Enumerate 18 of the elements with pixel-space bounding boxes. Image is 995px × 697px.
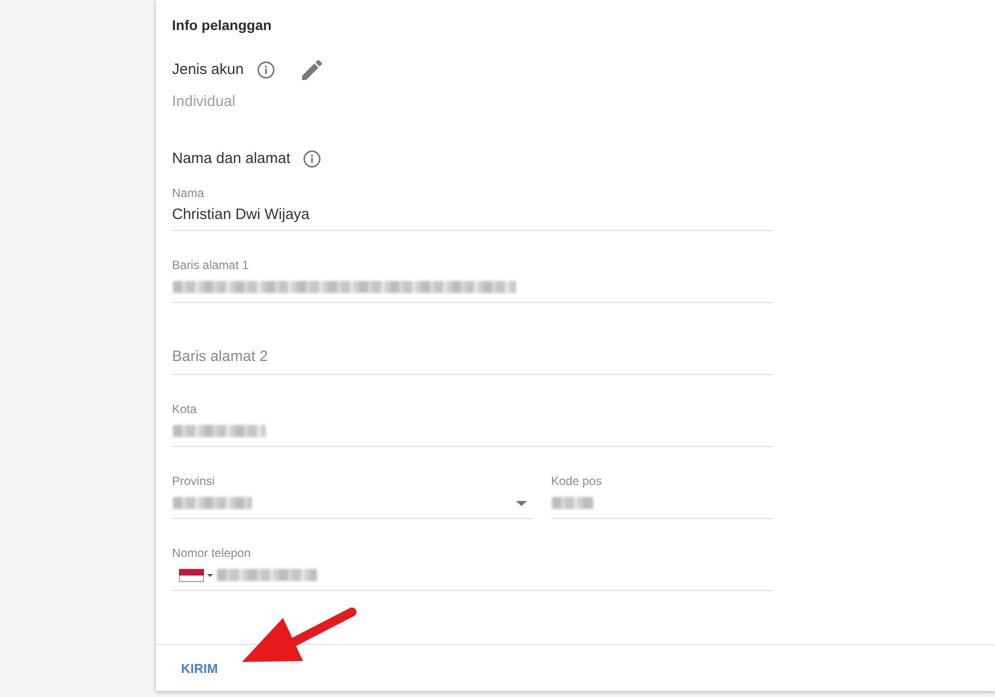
phone-field[interactable]: Nomor telepon: [172, 529, 773, 591]
text-field[interactable]: Baris alamat 2: [172, 313, 773, 375]
text-field[interactable]: Kode pos: [551, 457, 773, 519]
info-icon[interactable]: [303, 150, 322, 168]
text-field[interactable]: Nama Christian Dwi Wijaya: [172, 169, 773, 231]
account-type-label: Jenis akun: [172, 60, 244, 80]
caret-icon[interactable]: [516, 500, 527, 506]
flag-icon[interactable]: [179, 568, 204, 582]
section-title: Info pelanggan: [172, 16, 272, 35]
account-type-value: Individual: [172, 92, 236, 112]
pencil-icon[interactable]: [302, 60, 322, 80]
submit-button[interactable]: KIRIM: [173, 650, 226, 686]
section-heading: Nama dan alamat: [172, 149, 290, 169]
text-field[interactable]: Kota: [172, 385, 773, 447]
dropdown-field[interactable]: Provinsi: [172, 457, 533, 519]
info-icon[interactable]: [256, 61, 275, 79]
caret-icon[interactable]: [207, 574, 213, 576]
text-field[interactable]: Baris alamat 1: [172, 241, 773, 303]
